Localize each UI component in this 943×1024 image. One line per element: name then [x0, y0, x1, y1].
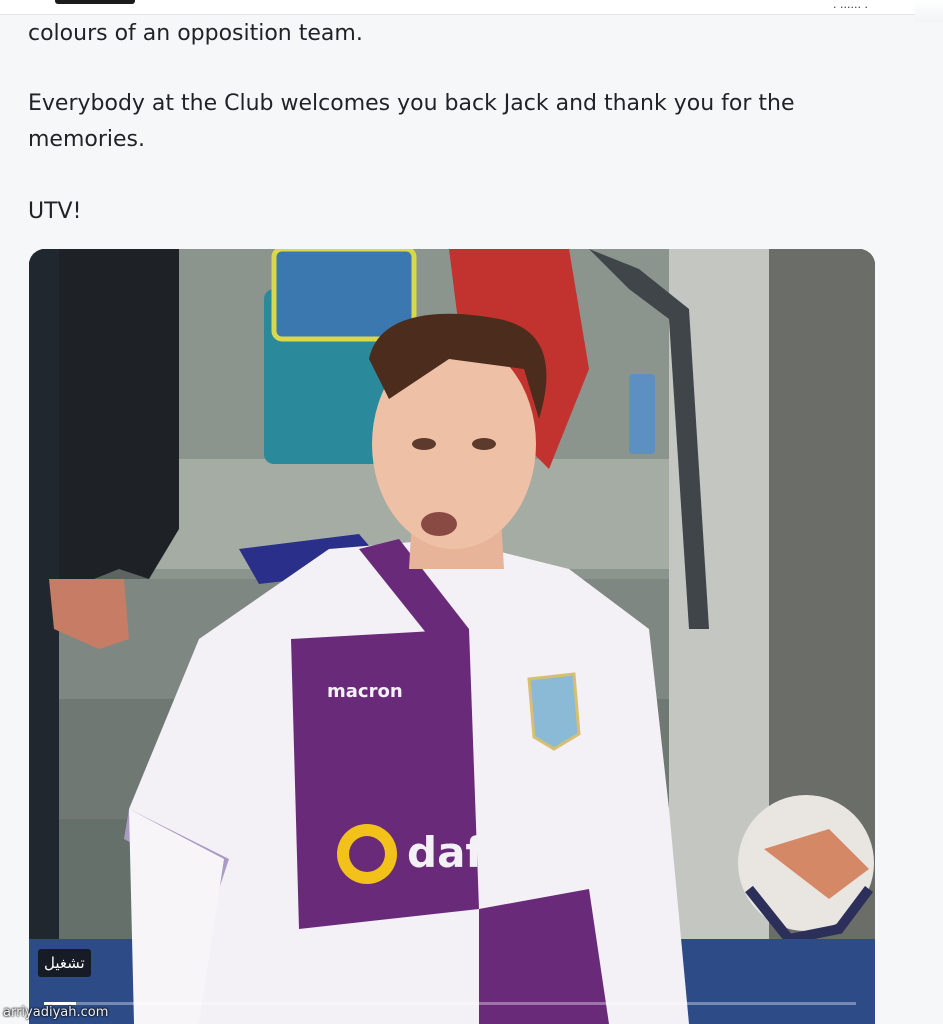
tweet-text-line: memories.: [28, 127, 146, 152]
video-frame: dafabet macron: [29, 249, 875, 1024]
profile-name-fragment: [55, 0, 135, 4]
header-marks: . ...... .: [833, 0, 868, 11]
site-watermark: arriyadiyah.com: [3, 1005, 109, 1020]
page: . ...... . colours of an opposition team…: [0, 0, 943, 1024]
video-progress-bar[interactable]: [44, 1002, 856, 1005]
tweet-text-line: UTV!: [28, 199, 82, 224]
video-player[interactable]: dafabet macron: [29, 249, 875, 1024]
top-header-strip: . ...... .: [0, 0, 943, 22]
shirt-sponsor-text: dafabet: [407, 828, 591, 877]
scroll-edge: [915, 0, 943, 22]
play-button[interactable]: تشغيل: [38, 949, 91, 977]
tweet-text-line: colours of an opposition team.: [28, 21, 363, 46]
tweet-text-line: Everybody at the Club welcomes you back …: [28, 91, 795, 116]
shirt-maker-text: macron: [327, 681, 403, 702]
